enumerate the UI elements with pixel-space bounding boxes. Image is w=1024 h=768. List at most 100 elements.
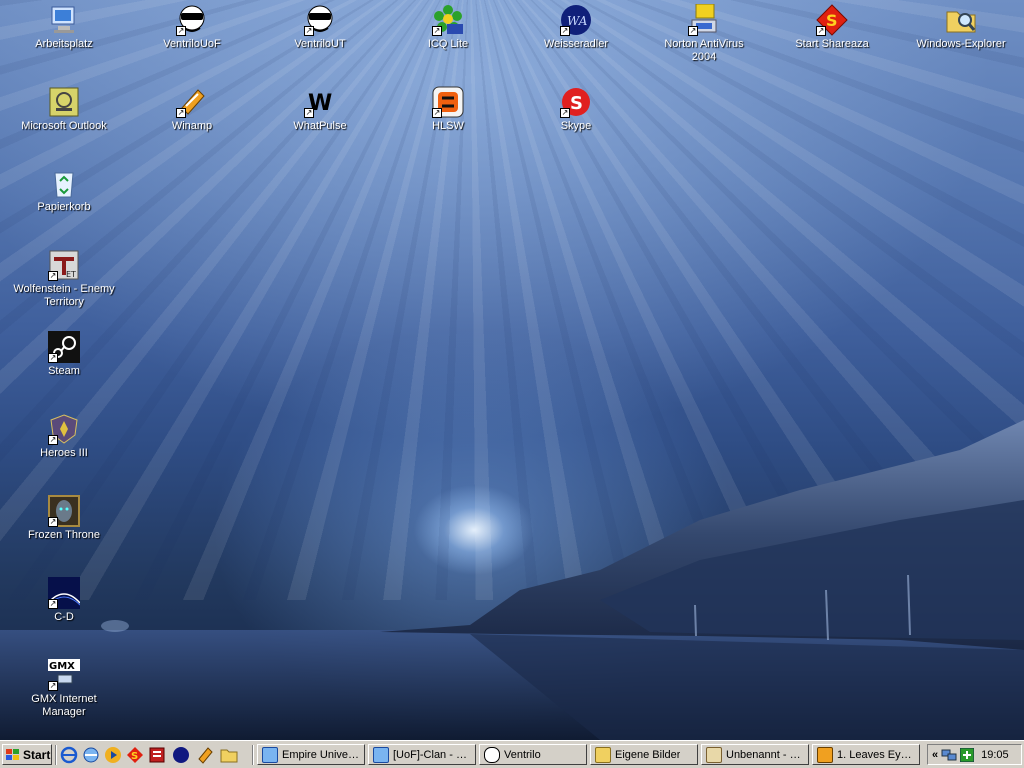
taskbar-button-empire-universe[interactable]: Empire Univers... [257,744,365,765]
desktop-icon-shareaza[interactable]: S ↗ Start Shareaza [777,4,887,51]
desktop-icon-hlsw[interactable]: ↗ HLSW [393,86,503,133]
desktop-icon-steam[interactable]: ↗ Steam [9,331,119,378]
tray-app-icon[interactable] [959,747,975,762]
desktop-icon-skype[interactable]: S ↗ Skype [521,86,631,133]
desktop-icon-papierkorb[interactable]: Papierkorb [9,167,119,214]
taskbar-button-paint[interactable]: Unbenannt - P... [701,744,809,765]
desktop-icon-gmx[interactable]: GMX ↗ GMX Internet Manager [9,659,119,719]
ventrilo-icon[interactable] [172,746,190,764]
shareaza-icon[interactable]: S [126,746,144,764]
network-icon[interactable] [941,748,957,762]
icq-icon: ↗ [432,4,464,36]
desktop-icon-label: Start Shareaza [795,38,869,50]
task-label: Eigene Bilder [615,748,681,761]
task-label: [UoF]-Clan - U... [393,748,471,761]
desktop-icon-cd[interactable]: ↗ C-D [9,577,119,624]
outlook-icon [48,86,80,118]
desktop-icon-label: Heroes III [40,447,88,459]
shortcut-arrow-icon: ↗ [816,26,826,36]
desktop-icon-outlook[interactable]: Microsoft Outlook [9,86,119,133]
task-label: Empire Univers... [282,748,360,761]
desktop-icon-icq[interactable]: ↗ ICQ Lite [393,4,503,51]
desktop-icon-label: ICQ Lite [427,38,469,50]
frozen-throne-icon: ↗ [48,495,80,527]
desktop-icon-label: Frozen Throne [28,529,100,541]
shortcut-arrow-icon: ↗ [304,108,314,118]
clock[interactable]: 19:05 [981,749,1009,761]
desktop-icon-winamp[interactable]: ↗ Winamp [137,86,247,133]
taskbar-button-ventrilo[interactable]: Ventrilo [479,744,587,765]
desktop-icon-label: Weisseradler [544,38,608,50]
explorer-icon [945,4,977,36]
start-label: Start [23,747,51,762]
ventrilo-icon: ↗ [304,4,336,36]
desktop-icon-norton[interactable]: ↗ Norton AntiVirus 2004 [649,3,759,64]
ie-icon [373,746,389,763]
taskbar-separator [252,745,254,765]
skype-icon: S ↗ [560,86,592,118]
svg-text:WA: WA [567,14,588,28]
svg-text:GMX: GMX [49,661,75,672]
task-label: Unbenannt - P... [726,748,804,761]
desktop-icon-arbeitsplatz[interactable]: Arbeitsplatz [9,4,119,51]
taskbar-button-eigene-bilder[interactable]: Eigene Bilder [590,744,698,765]
system-tray: « 19:05 [927,744,1022,765]
app-icon[interactable] [148,746,166,764]
start-button[interactable]: Start [2,744,52,765]
internet-explorer-icon[interactable] [60,746,78,764]
desktop[interactable]: Arbeitsplatz Microsoft Outlook Papierkor… [0,0,1024,740]
ie-icon [262,746,278,763]
folder-icon [595,746,611,763]
desktop-icon-whatpulse[interactable]: W ↗ WhatPulse [265,86,375,133]
desktop-icon-windows-explorer[interactable]: Windows-Explorer [906,4,1016,51]
desktop-icon-wolfenstein[interactable]: ET ↗ Wolfenstein - Enemy Territory [9,249,119,309]
shortcut-arrow-icon: ↗ [48,517,58,527]
steam-icon: ↗ [48,331,80,363]
desktop-icon-label: Skype [560,120,592,132]
desktop-icon-label: GMX Internet Manager [31,693,97,718]
shortcut-arrow-icon: ↗ [176,108,186,118]
shortcut-arrow-icon: ↗ [560,108,570,118]
svg-text:ET: ET [66,270,76,279]
taskbar-button-uof-clan[interactable]: [UoF]-Clan - U... [368,744,476,765]
shortcut-arrow-icon: ↗ [688,26,698,36]
desktop-icon-label: Microsoft Outlook [21,120,107,132]
windows-logo-icon [6,748,20,761]
taskbar-button-winamp[interactable]: 1. Leaves Eye... [812,744,920,765]
hlsw-icon: ↗ [432,86,464,118]
desktop-icon-label: Arbeitsplatz [35,38,93,50]
media-player-icon[interactable] [104,746,122,764]
desktop-icon-ventrilo-uof[interactable]: ↗ VentriloUoF [137,4,247,51]
folder-icon[interactable] [220,746,238,764]
paint-icon [706,746,722,763]
desktop-icon-label: Steam [48,365,80,377]
shortcut-arrow-icon: ↗ [176,26,186,36]
ventrilo-icon [484,746,500,763]
whatpulse-icon: W ↗ [304,86,336,118]
taskbar-separator [55,745,57,765]
shortcut-arrow-icon: ↗ [432,108,442,118]
desktop-icon-heroes[interactable]: ↗ Heroes III [9,413,119,460]
shareaza-icon: S ↗ [816,4,848,36]
desktop-icon-label: WhatPulse [293,120,347,132]
tray-expand-button[interactable]: « [932,749,938,761]
weisseradler-icon: WA ↗ [560,4,592,36]
desktop-icon-ventrilo-ut[interactable]: ↗ VentriloUT [265,4,375,51]
shortcut-arrow-icon: ↗ [432,26,442,36]
task-label: Ventrilo [504,748,541,761]
computer-icon [48,4,80,36]
desktop-icon-frozen-throne[interactable]: ↗ Frozen Throne [9,495,119,542]
desktop-icon-label: VentriloUoF [163,38,221,50]
gmx-icon: GMX ↗ [48,659,80,691]
ventrilo-icon: ↗ [176,4,208,36]
heroes-icon: ↗ [48,413,80,445]
svg-text:S: S [826,11,838,30]
shortcut-arrow-icon: ↗ [48,271,58,281]
desktop-icon-label: VentriloUT [294,38,346,50]
winamp-icon[interactable] [196,746,214,764]
ie-icon[interactable] [82,746,100,764]
desktop-icon-label: C-D [54,611,74,623]
desktop-icon-weisseradler[interactable]: WA ↗ Weisseradler [521,4,631,51]
recycle-bin-icon [48,167,80,199]
shortcut-arrow-icon: ↗ [48,599,58,609]
